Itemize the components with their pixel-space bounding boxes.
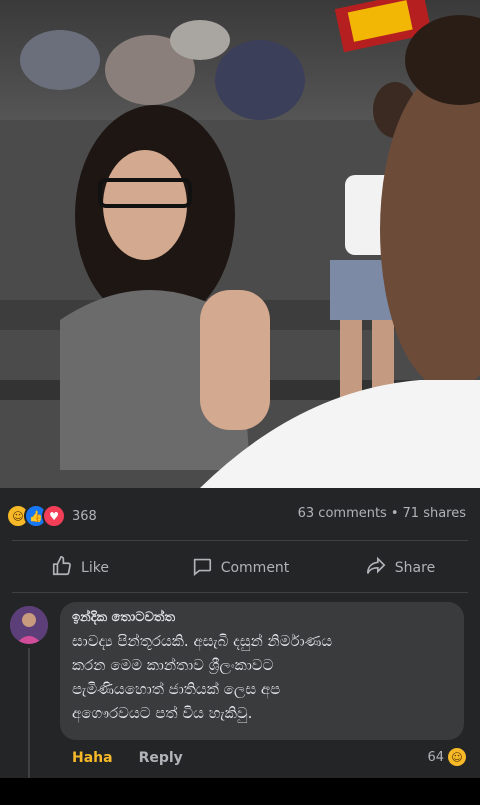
separator: • — [390, 506, 399, 521]
comment-reaction-count: 64 — [427, 749, 444, 765]
comment-author[interactable]: ඉන්දික තොටවත්ත — [72, 610, 452, 625]
shares-count[interactable]: 71 shares — [403, 506, 466, 521]
reaction-count: 368 — [72, 508, 97, 524]
photo-image — [0, 0, 480, 488]
like-label: Like — [81, 560, 109, 576]
haha-icon: ☺ — [448, 748, 466, 766]
comment-label: Comment — [220, 560, 290, 576]
avatar[interactable] — [10, 606, 48, 644]
share-icon — [365, 555, 387, 581]
post-stats: ☺ 👍 ♥ 368 63 comments • 71 shares — [0, 500, 480, 530]
comment-item: ඉන්දික තොටවත්ත සාවද්‍ය පින්තූරයකි. අසැබි… — [0, 600, 480, 780]
reply-button[interactable]: Reply — [139, 750, 183, 766]
thread-line — [28, 648, 30, 778]
divider — [12, 540, 468, 541]
comment-text: සාවද්‍ය පින්තූරයකි. අසැබි දසුන් නිර්මාණය… — [72, 632, 333, 722]
post-photo[interactable] — [0, 0, 480, 488]
comment-button[interactable]: Comment — [160, 548, 320, 588]
like-button[interactable]: Like — [0, 548, 160, 588]
comment-reactions[interactable]: 64 ☺ — [427, 748, 466, 766]
thumbs-up-icon — [51, 555, 73, 581]
love-icon: ♥ — [42, 504, 66, 528]
comment-bubble[interactable]: ඉන්දික තොටවත්ත සාවද්‍ය පින්තූරයකි. අසැබි… — [60, 602, 464, 740]
haha-reaction-button[interactable]: Haha — [72, 750, 113, 766]
divider — [12, 592, 468, 593]
share-label: Share — [394, 560, 436, 576]
share-button[interactable]: Share — [320, 548, 480, 588]
comments-count[interactable]: 63 comments — [298, 506, 387, 521]
post-actions: Like Comment Share — [0, 548, 480, 588]
comment-meta: Haha Reply — [72, 750, 183, 766]
reaction-summary[interactable]: ☺ 👍 ♥ 368 — [6, 504, 97, 528]
bottom-strip — [0, 778, 480, 805]
comment-icon — [191, 555, 213, 581]
